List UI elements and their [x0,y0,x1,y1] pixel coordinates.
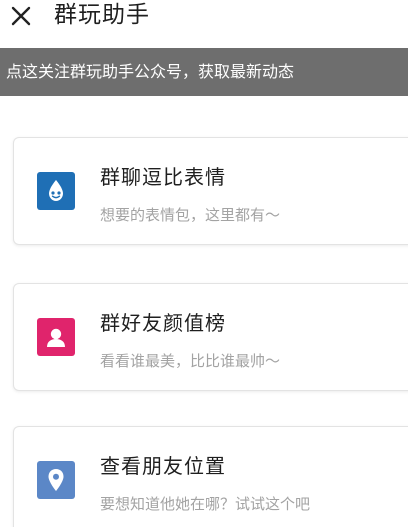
location-pin-icon [48,469,64,491]
card-title: 群好友颜值榜 [100,311,226,335]
card-description: 看看谁最美，比比谁最帅～ [100,352,281,370]
card-description: 想要的表情包，这里都有～ [100,206,281,224]
card-description: 要想知道他她在哪？试试这个吧 [100,495,311,513]
close-button[interactable] [4,0,38,32]
app-page: 群玩助手 点这关注群玩助手公众号，获取最新动态 群聊逗比表情 想要的表情包，这里… [0,0,408,527]
card-icon-box [37,318,75,356]
card-friend-location[interactable]: 查看朋友位置 要想知道他她在哪？试试这个吧 [13,426,408,527]
title-bar: 群玩助手 [0,0,408,44]
droplet-face-icon [49,180,63,201]
card-icon-box [37,461,75,499]
card-title: 群聊逗比表情 [100,165,226,189]
close-icon [11,6,31,26]
card-icon-box [37,172,75,210]
card-title: 查看朋友位置 [100,454,226,478]
follow-banner[interactable]: 点这关注群玩助手公众号，获取最新动态 [0,48,408,96]
card-looks-ranking[interactable]: 群好友颜值榜 看看谁最美，比比谁最帅～ [13,283,408,391]
card-emoji-stickers[interactable]: 群聊逗比表情 想要的表情包，这里都有～ [13,137,408,245]
page-title: 群玩助手 [54,2,150,28]
person-icon [47,328,65,347]
